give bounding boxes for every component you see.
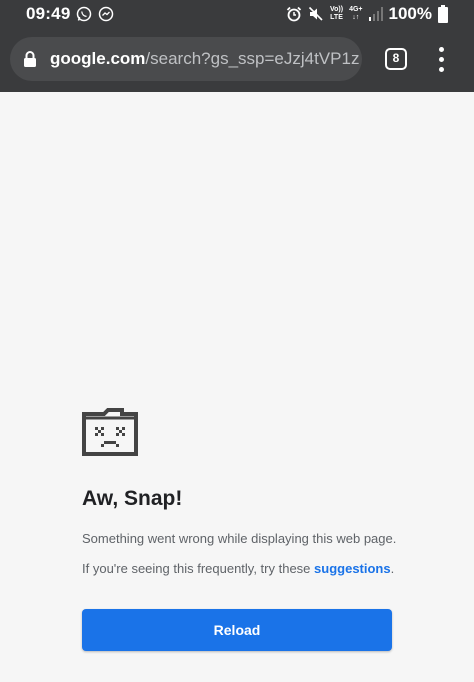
status-bar-left: 09:49 [26, 4, 114, 24]
url-domain: google.com [50, 49, 146, 68]
error-message: Something went wrong while displaying th… [82, 531, 397, 546]
error-hint-suffix: . [390, 561, 395, 576]
error-page: Aw, Snap! Something went wrong while dis… [0, 92, 474, 682]
status-bar: 09:49 Vo)) LTE 4G+ ↓↑ 100% [0, 0, 474, 30]
mute-icon [308, 6, 323, 21]
status-bar-right: Vo)) LTE 4G+ ↓↑ 100% [286, 4, 448, 24]
messenger-icon [99, 6, 114, 22]
address-bar[interactable]: google.com/search?gs_ssp=eJzj4tVP1zc0zD [10, 37, 362, 81]
suggestions-link[interactable]: suggestions [314, 561, 391, 576]
sad-tab-icon [82, 408, 138, 456]
battery-percent: 100% [388, 4, 432, 23]
battery-icon [438, 5, 448, 23]
reload-button[interactable]: Reload [82, 609, 392, 651]
network-type-indicator: 4G+ ↓↑ [349, 6, 363, 21]
url-path: /search?gs_ssp=eJzj4tVP1zc0zD [145, 49, 360, 68]
lock-icon[interactable] [23, 50, 37, 68]
tab-switcher-button[interactable]: 8 [385, 48, 407, 70]
overflow-menu-icon[interactable] [434, 47, 450, 73]
data-arrows-icon: ↓↑ [352, 14, 360, 21]
volte-indicator: Vo)) LTE [329, 6, 344, 21]
alarm-icon [286, 6, 302, 22]
clock-time: 09:49 [26, 4, 71, 23]
url-text[interactable]: google.com/search?gs_ssp=eJzj4tVP1zc0zD [50, 49, 360, 69]
whatsapp-icon [77, 6, 92, 22]
error-hint-prefix: If you're seeing this frequently, try th… [82, 561, 315, 576]
error-hint: If you're seeing this frequently, try th… [82, 561, 394, 576]
browser-toolbar: google.com/search?gs_ssp=eJzj4tVP1zc0zD … [0, 30, 474, 92]
error-title: Aw, Snap! [82, 487, 183, 510]
signal-strength-icon [368, 7, 383, 21]
